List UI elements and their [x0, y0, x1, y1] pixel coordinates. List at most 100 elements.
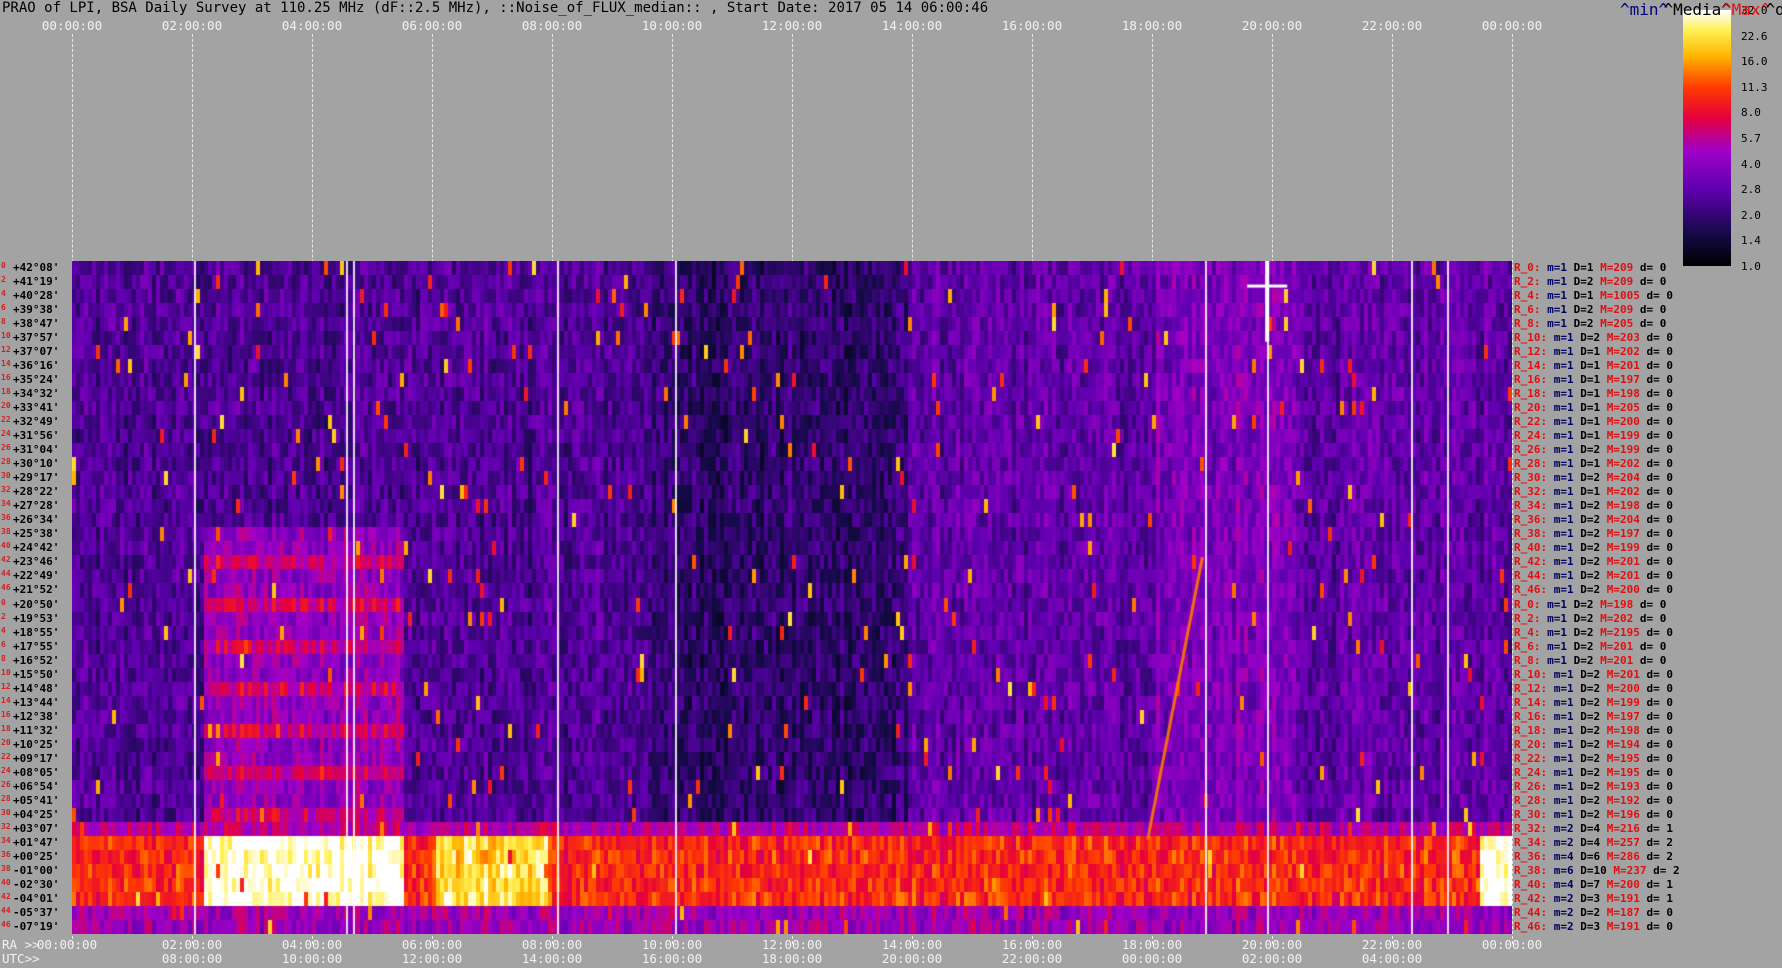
row-id: R_22:: [1514, 751, 1548, 765]
top-ra-tick: 12:00:00: [761, 18, 823, 33]
declination-row: 24 +08°05': [0, 766, 72, 780]
median-value: D=2: [1580, 471, 1601, 485]
median-value: D=2: [1580, 583, 1601, 597]
median-value: D=1: [1580, 485, 1601, 499]
max-value: M=200: [1606, 415, 1640, 429]
min-value: m=2: [1553, 905, 1574, 919]
row-stat: R_44: m=1 D=2 M=201 d= 0: [1514, 569, 1673, 583]
row-index: 12: [1, 681, 11, 691]
declination-row: 16 +12°38': [0, 710, 72, 724]
row-stat: R_26: m=1 D=2 M=193 d= 0: [1514, 780, 1673, 794]
declination-value: +01°47': [13, 835, 60, 849]
declination-value: +35°24': [13, 373, 60, 387]
declination-row: 8 +16°52': [0, 654, 72, 668]
declination-value: +37°07': [13, 345, 60, 359]
declination-value: +24°42': [13, 541, 60, 555]
declination-row: 2 +19°53': [0, 612, 72, 626]
median-value: D=1: [1580, 401, 1601, 415]
median-value: D=2: [1573, 653, 1594, 667]
min-value: m=1: [1553, 471, 1574, 485]
median-value: D=2: [1580, 807, 1601, 821]
row-stat: R_30: m=1 D=2 M=204 d= 0: [1514, 471, 1673, 485]
max-value: M=202: [1606, 345, 1640, 359]
min-value: m=1: [1547, 597, 1567, 611]
max-value: M=191: [1606, 919, 1640, 933]
max-value: M=203: [1606, 331, 1640, 345]
row-index: 40: [1, 877, 11, 887]
row-stat: R_16: m=1 D=1 M=197 d= 0: [1514, 373, 1673, 387]
row-id: R_34:: [1514, 499, 1548, 513]
median-value: D=10: [1580, 863, 1607, 877]
max-value: M=199: [1606, 429, 1640, 443]
bottom-utc-tick: 10:00:00: [281, 951, 343, 966]
row-id: R_42:: [1514, 891, 1548, 905]
top-ra-tick: 16:00:00: [1001, 18, 1063, 33]
median-value: D=2: [1580, 793, 1601, 807]
declination-value: +37°57': [13, 331, 60, 345]
row-index: 24: [1, 765, 11, 775]
min-value: m=1: [1553, 723, 1574, 737]
declination-value: +05°41': [13, 793, 60, 807]
bottom-utc-tick: 12:00:00: [401, 951, 463, 966]
min-value: m=1: [1553, 457, 1574, 471]
deviation-value: d= 0: [1646, 765, 1674, 779]
declination-row: 46 +21°52': [0, 583, 72, 597]
bottom-utc-tick: 08:00:00: [161, 951, 223, 966]
row-id: R_18:: [1514, 387, 1548, 401]
deviation-value: d= 0: [1639, 275, 1667, 289]
declination-value: -05°37': [13, 905, 60, 919]
row-stat: R_36: m=1 D=2 M=204 d= 0: [1514, 513, 1673, 527]
row-stat: R_4: m=1 D=2 M=2195 d= 0: [1514, 626, 1673, 640]
min-value: m=1: [1547, 303, 1567, 317]
median-value: D=2: [1580, 527, 1601, 541]
row-stat: R_18: m=1 D=2 M=198 d= 0: [1514, 724, 1673, 738]
row-id: R_36:: [1514, 849, 1548, 863]
row-id: R_36:: [1514, 513, 1548, 527]
median-value: D=2: [1573, 317, 1594, 331]
median-value: D=2: [1580, 751, 1601, 765]
row-id: R_24:: [1514, 765, 1548, 779]
max-value: M=187: [1606, 905, 1640, 919]
row-id: R_32:: [1514, 485, 1548, 499]
declination-value: +32°49': [13, 415, 60, 429]
min-value: m=1: [1553, 429, 1574, 443]
deviation-value: d= 0: [1646, 583, 1674, 597]
median-value: D=2: [1580, 723, 1601, 737]
declination-value: +11°32': [13, 723, 60, 737]
row-index: 44: [1, 569, 11, 579]
row-index: 16: [1, 709, 11, 719]
max-value: M=201: [1606, 667, 1640, 681]
row-stat: R_22: m=1 D=1 M=200 d= 0: [1514, 415, 1673, 429]
max-value: M=257: [1606, 835, 1640, 849]
row-id: R_16:: [1514, 373, 1548, 387]
row-index: 28: [1, 793, 11, 803]
min-value: m=1: [1553, 415, 1574, 429]
row-stat: R_36: m=4 D=6 M=286 d= 2: [1514, 850, 1673, 864]
colorbar-tick: 16.0: [1741, 55, 1768, 69]
deviation-value: d= 0: [1646, 331, 1674, 345]
row-index: 38: [1, 863, 11, 873]
bottom-utc-tick: 02:00:00: [1241, 951, 1303, 966]
max-value: M=198: [1606, 499, 1640, 513]
declination-value: +03°07': [13, 821, 60, 835]
top-ra-tick: 04:00:00: [281, 18, 343, 33]
deviation-value: d= 0: [1646, 485, 1674, 499]
min-value: m=1: [1553, 779, 1574, 793]
row-index: 24: [1, 429, 11, 439]
median-value: D=7: [1580, 877, 1601, 891]
row-index: 16: [1, 373, 11, 383]
row-stat: R_40: m=1 D=2 M=199 d= 0: [1514, 541, 1673, 555]
deviation-value: d= 0: [1639, 653, 1667, 667]
row-index: 10: [1, 331, 11, 341]
max-value: M=198: [1606, 387, 1640, 401]
min-value: m=1: [1547, 261, 1567, 274]
row-id: R_6:: [1514, 639, 1541, 653]
declination-row: 32 +28°22': [0, 485, 72, 499]
row-index: 36: [1, 513, 11, 523]
declination-value: -02°30': [13, 877, 60, 891]
gridline: [1512, 34, 1513, 944]
declination-row: 32 +03°07': [0, 822, 72, 836]
declination-row: 12 +14°48': [0, 682, 72, 696]
row-index: 26: [1, 779, 11, 789]
declination-row: 28 +30°10': [0, 457, 72, 471]
